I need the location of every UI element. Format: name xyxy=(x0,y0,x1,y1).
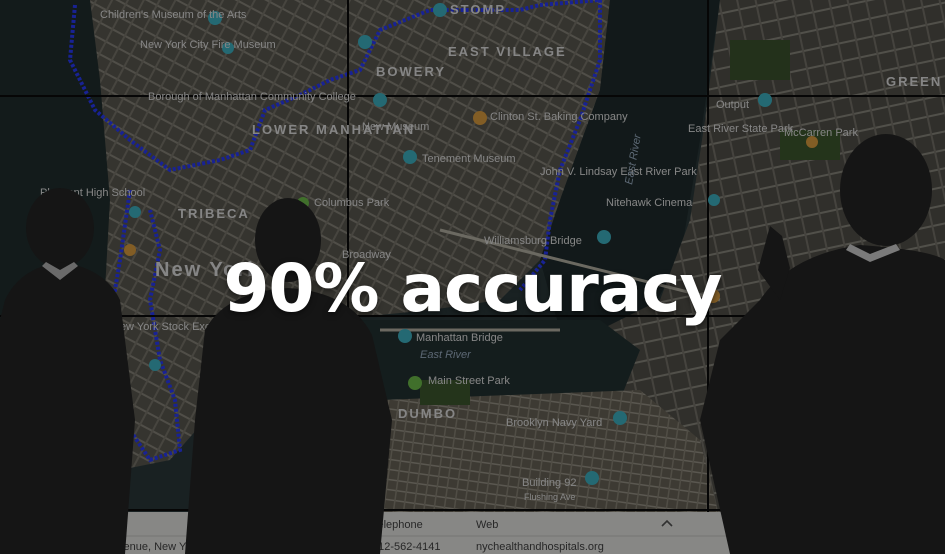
photo-scene: Children's Museum of the Arts New York C… xyxy=(0,0,945,554)
headline: 90% accuracy xyxy=(223,250,723,327)
